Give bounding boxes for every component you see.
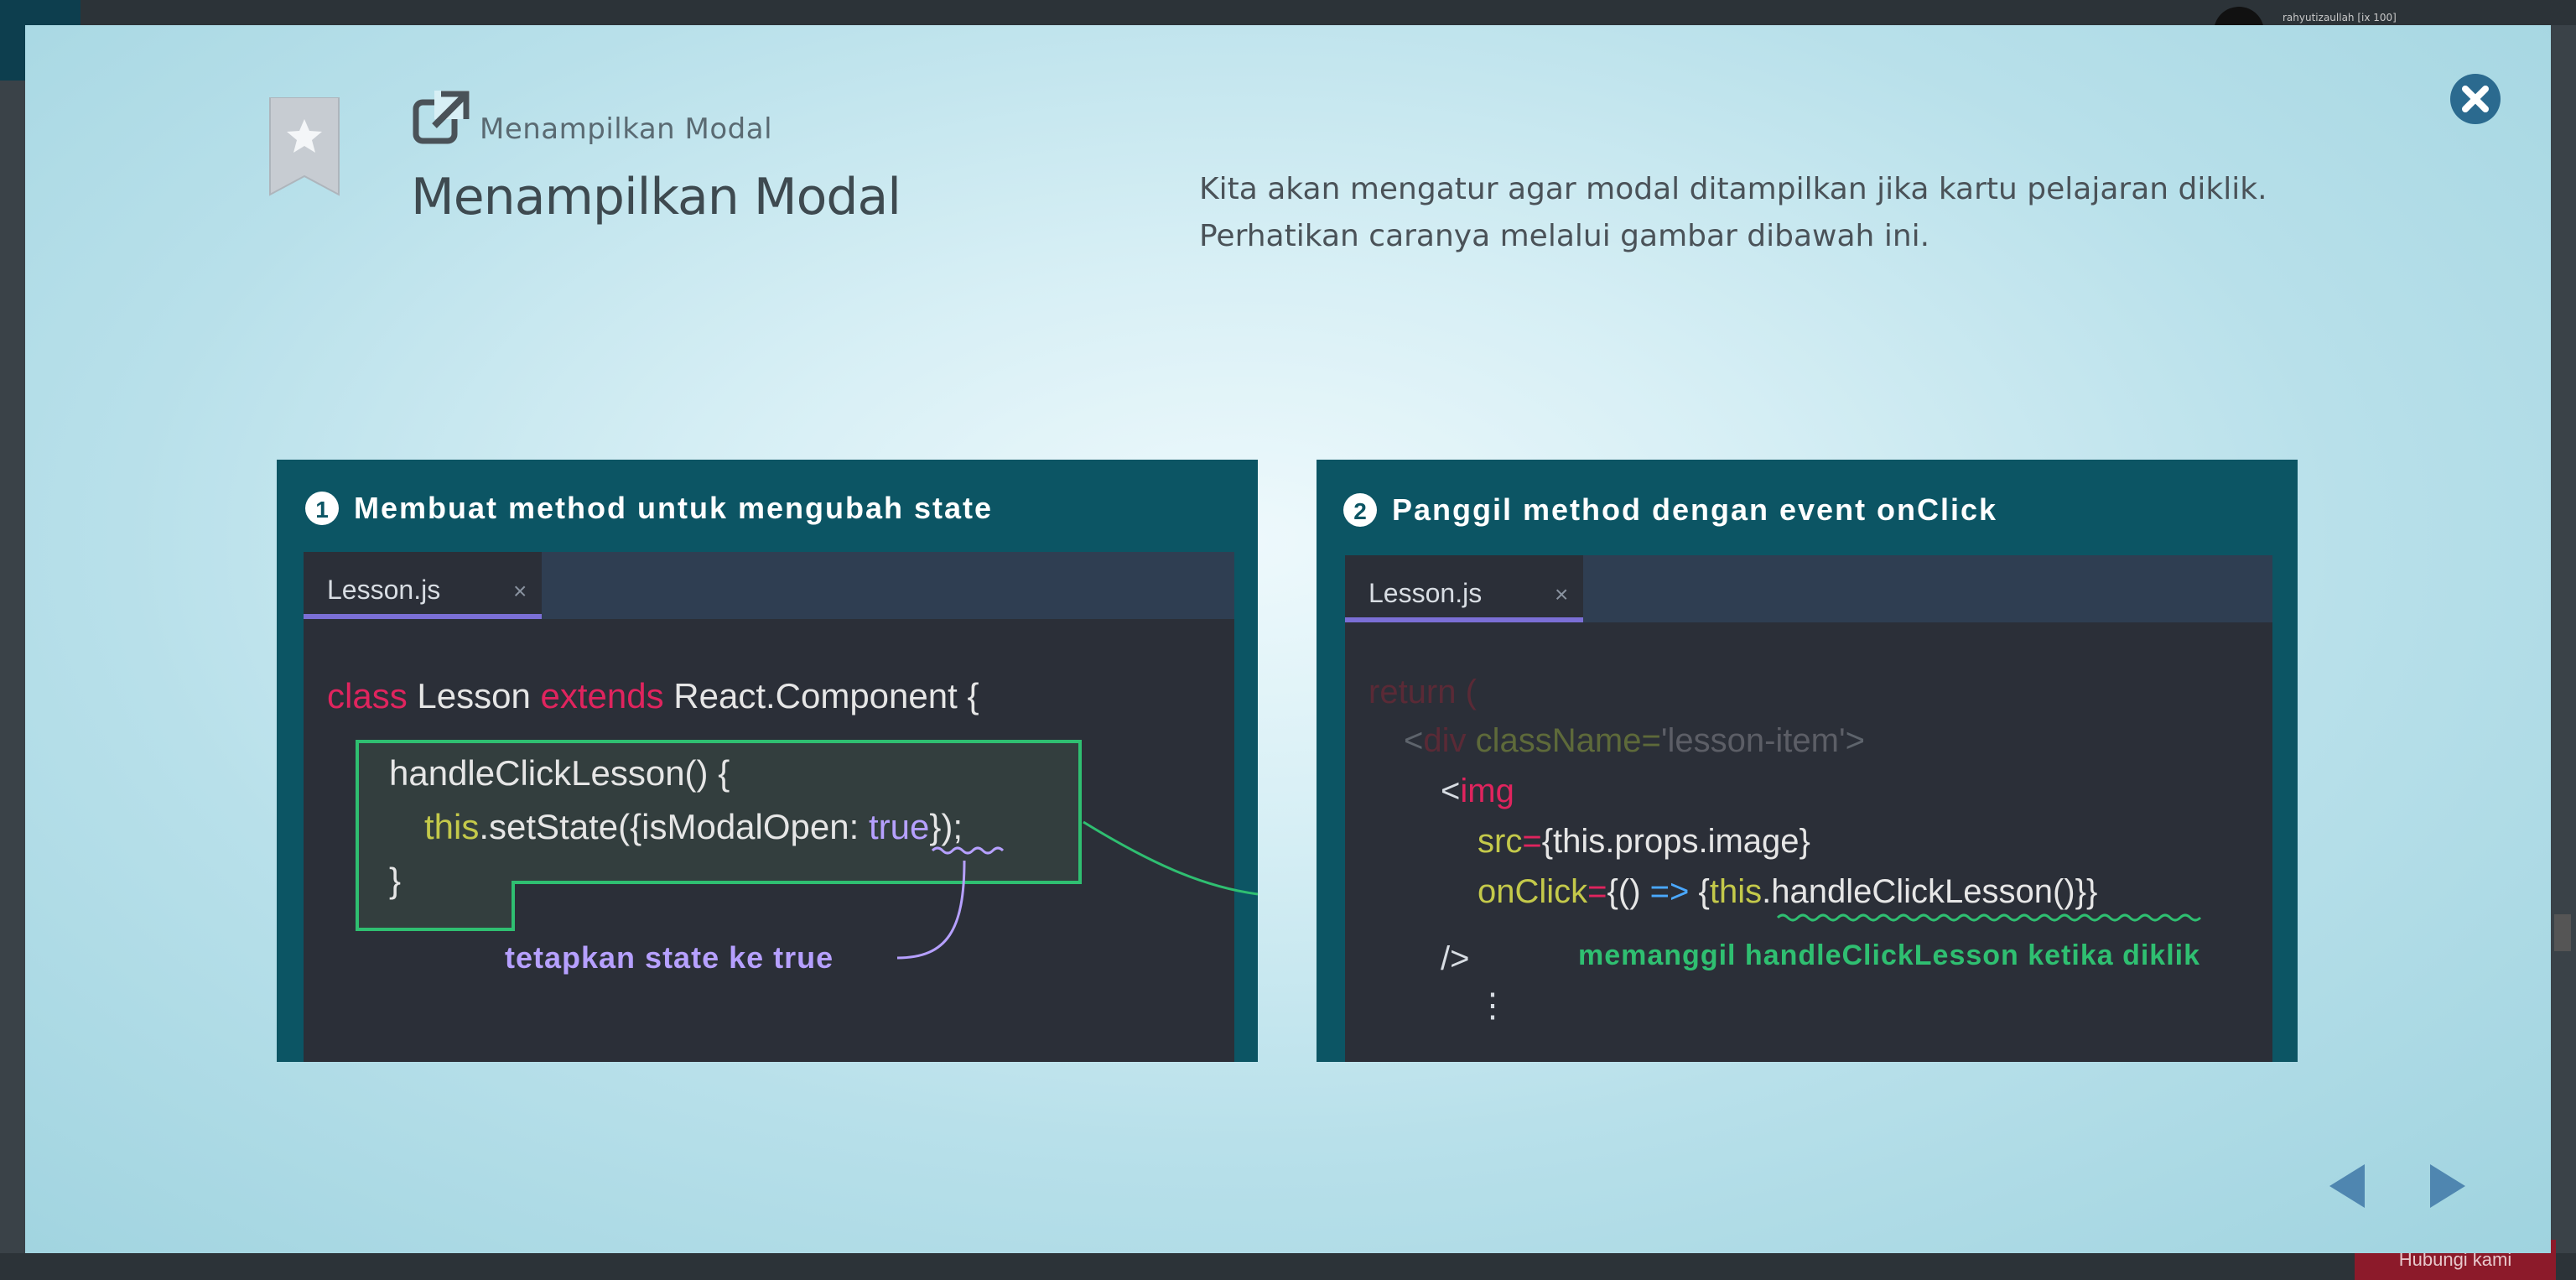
annotation-1: tetapkan state ke true xyxy=(505,940,834,975)
tab-label: Lesson.js xyxy=(1368,578,1482,608)
code-line-return: return ( xyxy=(1368,674,1478,710)
code-line-onclick: onClick={() => {this.handleClickLesson()… xyxy=(1478,873,2097,910)
editor-2-tab-underline xyxy=(1345,617,1583,622)
tab-label: Lesson.js xyxy=(327,575,440,605)
bookmark-star-icon xyxy=(269,97,340,196)
step-number-1: 1 xyxy=(315,497,329,523)
code-line-2: handleClickLesson() { xyxy=(389,753,730,793)
description-line: Perhatikan caranya melalui gambar dibawa… xyxy=(1199,219,1930,253)
code-line-div: <div className='lesson-item'> xyxy=(1404,722,1865,759)
username: rahyutizaullah [ix 100] xyxy=(2283,12,2397,23)
code-line-3: this.setState({isModalOpen: true}); xyxy=(424,807,963,846)
external-link-icon xyxy=(413,91,470,144)
code-line-4: } xyxy=(389,861,401,900)
triangle-right-icon[interactable] xyxy=(2423,1159,2470,1213)
panel-1-heading: Membuat method untuk mengubah state xyxy=(354,491,993,525)
code-line-1: class Lesson extends React.Component { xyxy=(327,676,979,715)
step-number-2: 2 xyxy=(1353,498,1367,524)
panel-2-heading: Panggil method dengan event onClick xyxy=(1392,492,1997,527)
code-illustration: 1 Membuat method untuk mengubah state Le… xyxy=(277,460,2298,1062)
code-line-close-tag: /> xyxy=(1441,940,1469,977)
close-icon[interactable] xyxy=(2449,72,2502,126)
lesson-modal: Menampilkan Modal Menampilkan Modal Kita… xyxy=(25,25,2551,1253)
breadcrumb: Menampilkan Modal xyxy=(480,112,773,146)
triangle-left-icon[interactable] xyxy=(2324,1159,2371,1213)
description-line: Kita akan mengatur agar modal ditampilka… xyxy=(1199,172,2267,206)
page-title: Menampilkan Modal xyxy=(411,168,901,226)
lesson-description: Kita akan mengatur agar modal ditampilka… xyxy=(1199,166,2373,260)
background-topbar xyxy=(0,0,2576,25)
background-bottombar xyxy=(0,1253,2576,1280)
scrollbar-thumb[interactable] xyxy=(2554,914,2571,951)
editor-1-tab-underline xyxy=(304,614,542,619)
tab-close-icon[interactable]: × xyxy=(513,578,527,604)
annotation-2: memanggil handleClickLesson ketika dikli… xyxy=(1578,939,2200,971)
tab-close-icon[interactable]: × xyxy=(1555,581,1568,607)
code-line-img: <img xyxy=(1441,773,1514,809)
code-ellipsis: ⋮ xyxy=(1476,987,1509,1024)
code-line-src: src={this.props.image} xyxy=(1478,823,1810,860)
